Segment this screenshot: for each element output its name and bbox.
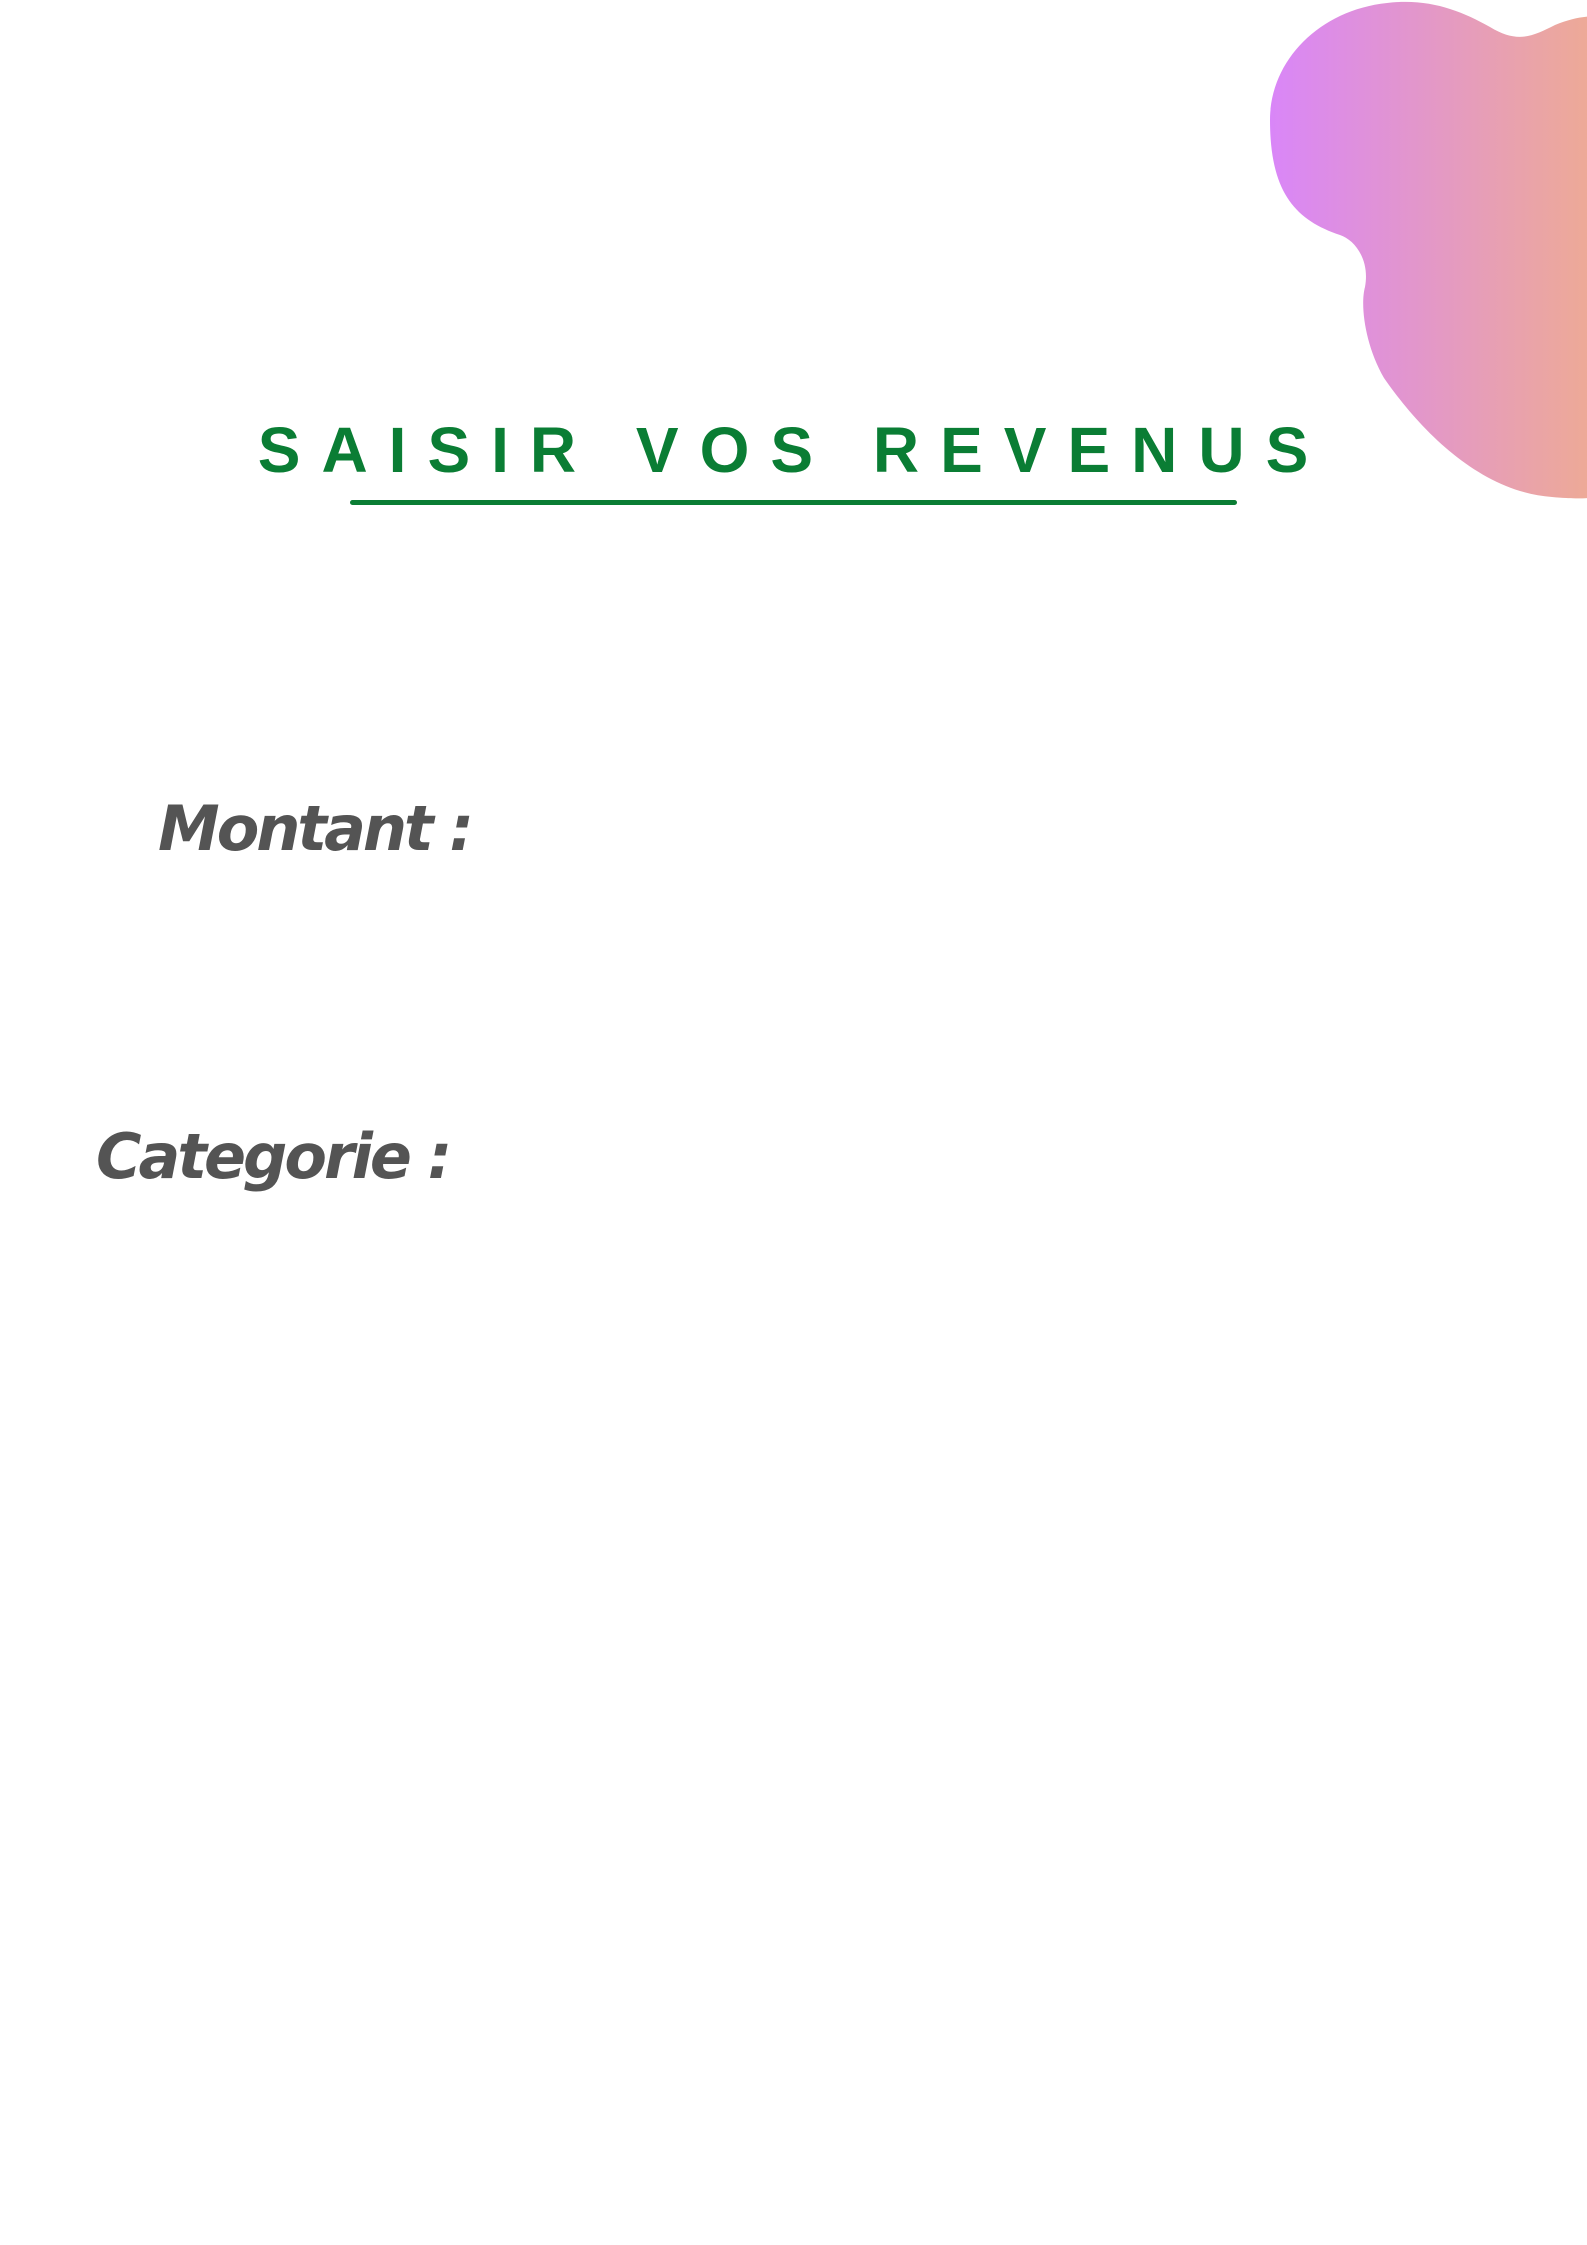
category-label: Categorie : [96,1120,452,1193]
title-underline [350,500,1237,505]
page-title: SAISIR VOS REVENUS [257,414,1330,486]
amount-label: Montant : [158,792,474,865]
